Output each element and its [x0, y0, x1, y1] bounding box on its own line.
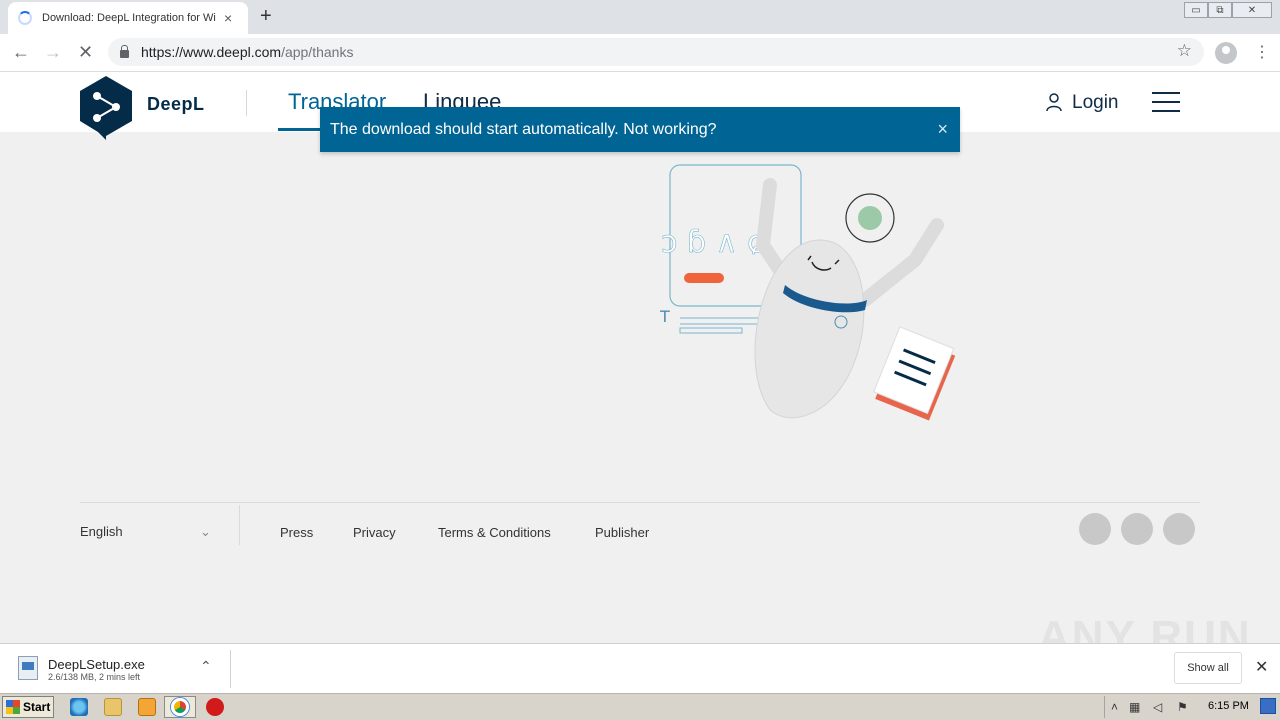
footer-link-press[interactable]: Press — [280, 525, 313, 540]
internet-explorer-icon[interactable] — [70, 698, 88, 716]
taskbar-clock[interactable]: 6:15 PM — [1208, 700, 1249, 712]
system-tray: ˄ ▦ ◁ ⚑ — [1104, 696, 1280, 718]
windows-taskbar: Start ˄ ▦ ◁ ⚑ 6:15 PM — [0, 693, 1280, 720]
toast-message[interactable]: The download should start automatically.… — [330, 121, 717, 139]
back-button[interactable]: ← — [12, 42, 30, 62]
tab-close-button[interactable]: × — [224, 11, 232, 25]
bookmark-star-icon[interactable]: ☆ — [1177, 41, 1192, 61]
volume-icon[interactable]: ◁ — [1153, 700, 1162, 714]
stop-loading-button[interactable]: ✕ — [78, 42, 93, 62]
network-icon[interactable]: ▦ — [1129, 700, 1140, 714]
show-all-button[interactable]: Show all — [1174, 652, 1242, 684]
footer-link-publisher[interactable]: Publisher — [595, 525, 649, 540]
toast-close-button[interactable]: × — [937, 119, 948, 139]
file-icon — [18, 656, 38, 680]
chevron-up-icon[interactable]: ⌃ — [200, 658, 212, 675]
minimize-button[interactable]: ▭ — [1184, 2, 1208, 18]
deepl-logo-icon[interactable] — [80, 76, 132, 140]
file-explorer-icon[interactable] — [104, 698, 122, 716]
url-path: /app/thanks — [281, 44, 354, 60]
brand-name: DeepL — [147, 94, 205, 114]
address-bar[interactable]: https://www.deepl.com/app/thanks ☆ — [108, 38, 1204, 66]
download-file-name[interactable]: DeepLSetup.exe — [48, 657, 145, 672]
twitter-icon[interactable] — [1121, 513, 1153, 545]
illustration-letter: T — [659, 307, 670, 326]
forward-button[interactable]: → — [44, 42, 62, 62]
user-icon[interactable] — [1046, 92, 1062, 112]
browser-tab[interactable]: Download: DeepL Integration for Wi × — [8, 2, 248, 34]
tray-expand-icon[interactable]: ˄ — [1111, 700, 1118, 714]
browser-tab-strip: Download: DeepL Integration for Wi × + ▭… — [0, 0, 1280, 34]
browser-menu-button[interactable]: ⋮ — [1254, 42, 1270, 62]
alert-app-icon[interactable] — [206, 698, 224, 716]
footer-separator — [239, 505, 240, 545]
illustration-glyphs: ɔ ɓ ∧ ɕ — [661, 225, 764, 260]
url-host: https://www.deepl.com — [141, 44, 282, 60]
url-text: https://www.deepl.com/app/thanks — [141, 44, 353, 60]
download-separator — [230, 650, 231, 688]
chrome-icon[interactable] — [171, 698, 189, 716]
facebook-icon[interactable] — [1079, 513, 1111, 545]
footer-link-privacy[interactable]: Privacy — [353, 525, 396, 540]
new-tab-button[interactable]: + — [260, 6, 272, 26]
restore-button[interactable]: ⧉ — [1208, 2, 1232, 18]
windows-logo-icon — [6, 700, 20, 714]
footer-divider — [80, 502, 1200, 503]
language-selector[interactable]: English — [80, 524, 123, 539]
download-status: 2.6/138 MB, 2 mins left — [48, 672, 141, 682]
download-toast: The download should start automatically.… — [320, 107, 960, 152]
robot-illustration: ɔ ɓ ∧ ɕ T — [659, 164, 955, 421]
close-window-button[interactable]: ✕ — [1232, 2, 1272, 18]
tab-title: Download: DeepL Integration for Wi — [42, 12, 216, 24]
login-link[interactable]: Login — [1072, 92, 1119, 114]
start-label: Start — [23, 700, 51, 714]
header-divider — [246, 90, 247, 116]
profile-avatar-icon[interactable] — [1215, 42, 1237, 64]
show-desktop-button[interactable] — [1260, 698, 1276, 714]
media-player-icon[interactable] — [138, 698, 156, 716]
loading-spinner-icon — [18, 11, 32, 25]
chevron-down-icon[interactable]: ⌄ — [200, 524, 211, 540]
lock-icon — [120, 45, 129, 58]
start-button[interactable]: Start — [2, 696, 54, 718]
download-bar-close-button[interactable]: ✕ — [1255, 657, 1268, 677]
footer-link-terms[interactable]: Terms & Conditions — [438, 525, 551, 540]
download-bar: DeepLSetup.exe 2.6/138 MB, 2 mins left ⌃… — [0, 643, 1280, 693]
browser-toolbar: ← → ✕ https://www.deepl.com/app/thanks ☆… — [0, 34, 1280, 72]
linkedin-icon[interactable] — [1163, 513, 1195, 545]
hamburger-menu-icon[interactable] — [1152, 92, 1180, 112]
action-center-flag-icon[interactable]: ⚑ — [1177, 700, 1188, 714]
